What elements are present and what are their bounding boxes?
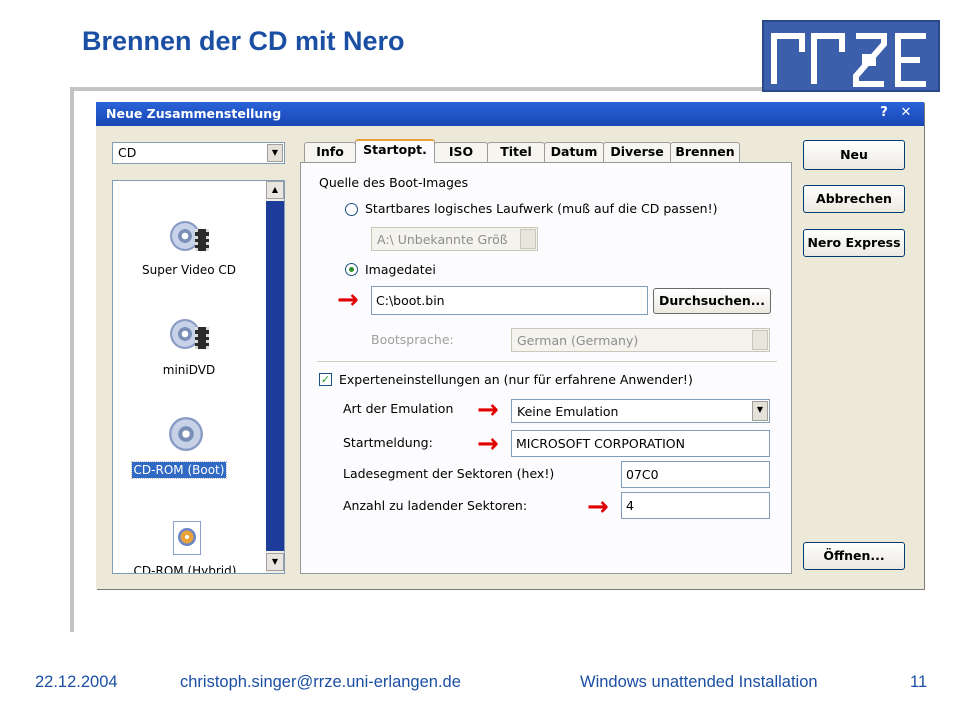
load-segment-value: 07C0 (626, 467, 659, 482)
tab-info[interactable]: Info (304, 142, 356, 162)
sector-count-value: 4 (626, 498, 634, 513)
tab-diverse[interactable]: Diverse (603, 142, 671, 162)
cd-rom-boot-icon (169, 417, 203, 451)
chevron-down-icon (520, 229, 536, 249)
footer-page-number: 11 (910, 673, 928, 691)
boot-source-label: Quelle des Boot-Images (319, 175, 469, 190)
list-scrollbar[interactable]: ▲ ▼ (266, 181, 284, 573)
scroll-down-icon[interactable]: ▼ (266, 553, 284, 571)
film-strip-icon (195, 327, 209, 349)
chevron-down-icon[interactable]: ▼ (752, 401, 768, 421)
start-message-label: Startmeldung: (343, 435, 433, 450)
tab-iso[interactable]: ISO (434, 142, 488, 162)
rrze-logo (762, 20, 940, 92)
arrow-annotation-icon: → (477, 429, 499, 459)
emulation-type-label: Art der Emulation (343, 401, 454, 416)
list-item[interactable]: CD-ROM (Hybrid) (113, 516, 265, 574)
open-button[interactable]: Öffnen... (803, 542, 905, 570)
boot-options-panel: Quelle des Boot-Images Startbares logisc… (300, 162, 792, 574)
nero-express-button[interactable]: Nero Express (803, 229, 905, 257)
image-file-radio[interactable] (345, 263, 358, 276)
arrow-annotation-icon: → (477, 395, 499, 425)
scroll-up-icon[interactable]: ▲ (266, 181, 284, 199)
list-item-label: CD-ROM (Hybrid) (133, 564, 237, 574)
start-message-value: MICROSOFT CORPORATION (516, 436, 685, 451)
close-icon[interactable]: ✕ (899, 106, 913, 120)
cancel-button[interactable]: Abbrechen (803, 185, 905, 213)
footer-presentation-title: Windows unattended Installation (580, 673, 818, 691)
start-message-input[interactable]: MICROSOFT CORPORATION (511, 430, 770, 457)
list-item-label: Super Video CD (141, 263, 237, 277)
divider (317, 361, 777, 365)
disc-icon (178, 528, 196, 546)
sector-count-label: Anzahl zu ladender Sektoren: (343, 498, 528, 513)
emulation-type-select[interactable]: Keine Emulation ▼ (511, 399, 770, 423)
emulation-type-value: Keine Emulation (517, 404, 619, 419)
dialog-title: Neue Zusammenstellung (106, 106, 282, 121)
list-item-label: miniDVD (162, 363, 216, 377)
load-segment-label: Ladesegment der Sektoren (hex!) (343, 466, 555, 481)
list-item[interactable]: miniDVD (113, 311, 265, 381)
chevron-down-icon[interactable]: ▼ (267, 144, 283, 162)
bootable-drive-radio[interactable] (345, 203, 358, 216)
decorative-left-line (70, 87, 74, 632)
tab-startopt[interactable]: Startopt. (355, 139, 435, 163)
nero-dialog-window: Neue Zusammenstellung ? ✕ CD ▼ Super Vid… (96, 102, 924, 589)
list-item[interactable]: Super Video CD (113, 211, 265, 281)
image-file-label: Imagedatei (365, 262, 436, 277)
media-type-select[interactable]: CD ▼ (112, 142, 285, 164)
boot-language-select: German (Germany) (511, 328, 770, 352)
list-item-label: CD-ROM (Boot) (130, 461, 228, 479)
dialog-titlebar: Neue Zusammenstellung ? ✕ (96, 102, 924, 126)
tab-datum[interactable]: Datum (544, 142, 604, 162)
footer-date: 22.12.2004 (35, 673, 118, 691)
image-path-input[interactable]: C:\boot.bin (371, 286, 648, 315)
decorative-top-line (70, 87, 762, 91)
footer-email: christoph.singer@rrze.uni-erlangen.de (180, 673, 461, 691)
bootable-drive-label: Startbares logisches Laufwerk (muß auf d… (365, 201, 718, 216)
sector-count-input[interactable]: 4 (621, 492, 770, 519)
drive-select: A:\ Unbekannte Größ (371, 227, 538, 251)
film-strip-icon (195, 229, 209, 251)
browse-button[interactable]: Durchsuchen... (653, 288, 771, 314)
drive-select-value: A:\ Unbekannte Größ (377, 232, 508, 247)
rrze-logo-graphic (771, 33, 926, 87)
tab-titel[interactable]: Titel (487, 142, 545, 162)
image-path-value: C:\boot.bin (376, 293, 445, 308)
expert-settings-checkbox[interactable]: ✓ (319, 373, 332, 386)
arrow-annotation-icon: → (587, 492, 609, 522)
load-segment-input[interactable]: 07C0 (621, 461, 770, 488)
expert-settings-label: Experteneinstellungen an (nur für erfahr… (339, 372, 693, 387)
scrollbar-thumb[interactable] (266, 201, 284, 551)
help-icon[interactable]: ? (877, 106, 891, 120)
arrow-annotation-icon: → (337, 285, 359, 315)
chevron-down-icon (752, 330, 768, 350)
new-button[interactable]: Neu (803, 140, 905, 170)
boot-language-value: German (Germany) (517, 333, 639, 348)
boot-language-label: Bootsprache: (371, 332, 454, 347)
tab-brennen[interactable]: Brennen (670, 142, 740, 162)
list-item-selected[interactable]: CD-ROM (Boot) (113, 413, 265, 483)
media-type-value: CD (118, 145, 137, 160)
cd-rom-hybrid-icon (173, 521, 201, 555)
slide-title: Brennen der CD mit Nero (82, 26, 405, 56)
compilation-type-list[interactable]: Super Video CD miniDVD CD-ROM (Boot) CD-… (112, 180, 285, 574)
